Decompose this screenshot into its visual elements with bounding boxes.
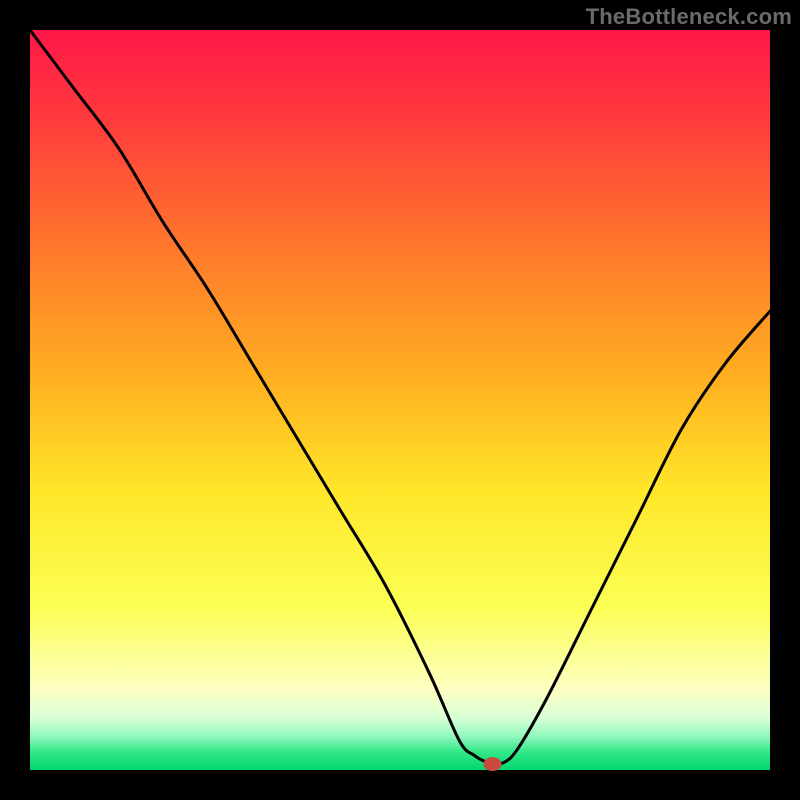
watermark-label: TheBottleneck.com [586, 4, 792, 30]
optimal-marker [484, 757, 502, 771]
bottleneck-chart [0, 0, 800, 800]
chart-container: TheBottleneck.com [0, 0, 800, 800]
plot-area [30, 30, 770, 770]
